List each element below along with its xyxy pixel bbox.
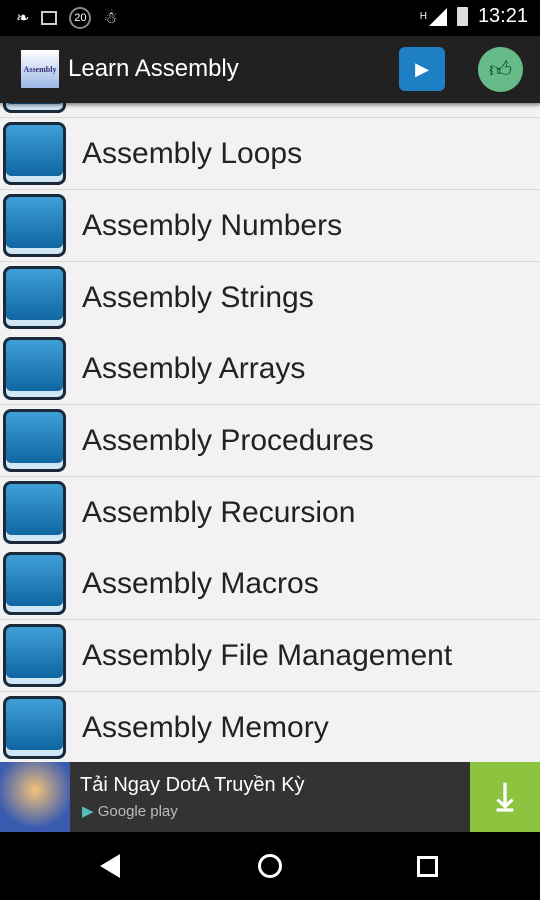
- book-icon: [3, 194, 66, 257]
- back-icon[interactable]: [100, 854, 120, 878]
- play-icon: ▶: [82, 803, 94, 820]
- book-icon: [3, 552, 66, 615]
- download-icon: ⤓: [496, 775, 514, 818]
- book-icon: [3, 481, 66, 544]
- list-item[interactable]: Assembly Procedures: [0, 405, 540, 477]
- notification-count-badge: 20: [69, 7, 92, 29]
- ad-image: [0, 762, 70, 832]
- battery-icon: [456, 7, 468, 26]
- google-play-label: ▶ Google play: [82, 803, 178, 820]
- list-item[interactable]: Assembly Macros: [0, 548, 540, 620]
- book-icon: [3, 409, 66, 472]
- book-icon: [3, 696, 66, 759]
- home-icon[interactable]: [258, 854, 282, 878]
- ad-title: Tải Ngay DotA Truyền Kỳ: [80, 774, 305, 796]
- play-store-icon: ▶: [415, 58, 429, 79]
- book-icon: [3, 624, 66, 687]
- image-icon: [41, 11, 58, 25]
- book-icon: [3, 337, 66, 400]
- clock: 13:21: [477, 5, 528, 27]
- thumbs-up-icon: 👍︎: [489, 57, 512, 82]
- list-item[interactable]: Assembly Loops: [0, 118, 540, 190]
- download-button[interactable]: ⤓: [470, 762, 540, 832]
- rate-button[interactable]: 👍︎: [478, 47, 523, 92]
- page-title: Learn Assembly: [68, 55, 239, 82]
- book-icon: [3, 266, 66, 329]
- signal-icon: [428, 7, 447, 26]
- network-type: H: [419, 11, 427, 22]
- play-store-button[interactable]: ▶: [399, 47, 445, 91]
- list-item[interactable]: Assembly Arrays: [0, 333, 540, 405]
- list-item[interactable]: Assembly Numbers: [0, 190, 540, 262]
- app-bar: Assembly Learn Assembly ▶ 👍︎: [0, 36, 540, 103]
- recents-icon[interactable]: [417, 856, 438, 877]
- book-icon: [3, 122, 66, 185]
- list-item[interactable]: Assembly Recursion: [0, 477, 540, 549]
- android-icon: ☃: [103, 10, 118, 27]
- book-icon: [3, 103, 66, 113]
- topic-list[interactable]: Assembly Loops Assembly Numbers Assembly…: [0, 103, 540, 762]
- list-item[interactable]: Assembly Strings: [0, 262, 540, 334]
- status-bar: ❧ 20 ☃ H 13:21: [0, 0, 540, 36]
- list-item-partial[interactable]: [0, 103, 540, 118]
- ad-banner[interactable]: Tải Ngay DotA Truyền Kỳ ▶ Google play ⤓: [0, 762, 540, 832]
- list-item[interactable]: Assembly Memory: [0, 692, 540, 762]
- navigation-bar: [0, 832, 540, 900]
- list-item[interactable]: Assembly File Management: [0, 620, 540, 692]
- bird-icon: ❧: [16, 10, 30, 27]
- app-logo: Assembly: [21, 50, 59, 88]
